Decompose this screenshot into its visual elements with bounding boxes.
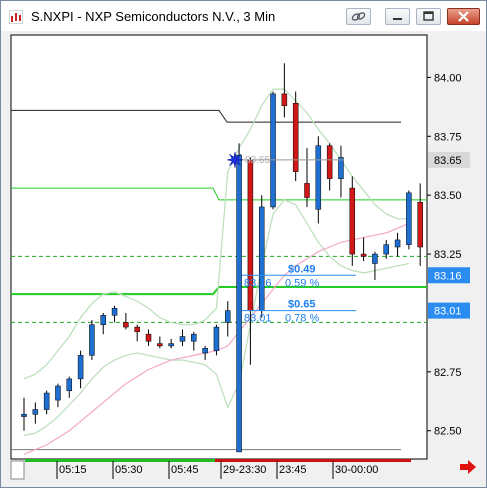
y-tick-label: 83.75 <box>434 131 462 143</box>
price-marker-current: 83.65 <box>428 151 470 168</box>
y-tick-label: 83.25 <box>434 249 462 261</box>
link-button[interactable] <box>346 8 371 25</box>
entry-marker-icon[interactable] <box>226 151 244 168</box>
y-tick-label: 82.50 <box>434 426 462 438</box>
price-marker-label: 83.01 <box>434 306 462 318</box>
trade-price: 83.16 <box>244 277 272 289</box>
candle-body-down <box>417 201 423 248</box>
candle-body-up <box>406 192 412 245</box>
close-icon <box>458 11 469 22</box>
x-tick-label: 05:30 <box>115 464 143 476</box>
candle-body-up <box>315 145 322 210</box>
y-tick-label: 84.00 <box>434 72 462 84</box>
candle-body-down <box>304 183 310 198</box>
candle-body-up <box>111 307 118 316</box>
marker-price-label: 83.65 <box>245 155 270 166</box>
candle-body-down <box>281 93 288 106</box>
candle-body-up <box>179 336 186 342</box>
candle-body-up <box>202 348 208 354</box>
candle-body-up <box>77 355 84 380</box>
candle[interactable] <box>406 190 412 250</box>
candle-body-down <box>292 103 299 172</box>
candle-body-down <box>123 322 129 328</box>
candle[interactable] <box>270 91 276 210</box>
minimize-button[interactable] <box>385 8 410 25</box>
candle-body-down <box>134 326 140 333</box>
candle[interactable] <box>213 324 220 356</box>
candle[interactable] <box>292 91 299 182</box>
candle-body-up <box>89 324 95 356</box>
candle-body-up <box>258 206 265 311</box>
candle-body-up <box>32 409 39 415</box>
plot-area[interactable] <box>10 34 428 460</box>
candle-body-up <box>191 333 197 342</box>
price-marker-level: 83.01 <box>428 302 470 319</box>
candle-body-up <box>21 413 27 417</box>
trade-gain-dollar: $0.49 <box>288 263 316 275</box>
candle-body-up <box>168 343 174 347</box>
candle[interactable] <box>89 320 95 361</box>
session-bar-red <box>215 459 411 462</box>
candle-body-up <box>236 154 242 453</box>
trade-price: 83.01 <box>244 313 272 325</box>
price-marker-label: 83.65 <box>434 155 462 167</box>
candle-body-up <box>338 157 344 179</box>
x-tick-label: 05:15 <box>59 464 87 476</box>
chart-window: S.NXPI - NXP Semiconductors N.V., 3 Min <box>0 0 487 488</box>
candle-body-up <box>55 385 61 401</box>
candle-body-up <box>394 239 401 248</box>
trade-gain-dollar: $0.65 <box>288 299 316 311</box>
session-bar-green <box>25 459 215 462</box>
y-tick-label: 82.75 <box>434 367 462 379</box>
title-bar[interactable]: S.NXPI - NXP Semiconductors N.V., 3 Min <box>1 1 486 31</box>
candle[interactable] <box>236 143 242 453</box>
candlestick-chart[interactable]: 83.65 $0.49 83.16 0.59 % $0.65 83.01 0.78 % 84… <box>9 33 479 483</box>
price-marker-level: 83.16 <box>428 267 470 284</box>
candle-body-up <box>66 378 73 391</box>
candle-body-up <box>372 253 378 264</box>
trade-gain-percent: 0.78 % <box>285 313 319 325</box>
candle-body-up <box>43 392 50 410</box>
window-title: S.NXPI - NXP Semiconductors N.V., 3 Min <box>31 9 276 24</box>
candle-body-down <box>145 333 152 342</box>
candle-body-down <box>349 187 356 255</box>
candle[interactable] <box>258 195 265 318</box>
candle-body-up <box>213 326 220 351</box>
y-tick-label: 83.50 <box>434 190 462 202</box>
x-tick-label: 23:45 <box>279 464 307 476</box>
price-marker-label: 83.16 <box>434 270 462 282</box>
candle-body-down <box>326 145 333 179</box>
candle-body-up <box>383 244 389 255</box>
x-tick-label: 05:45 <box>171 464 199 476</box>
chart-area[interactable]: 83.65 $0.49 83.16 0.59 % $0.65 83.01 0.78 % 84… <box>9 33 479 483</box>
candle-body-up <box>225 310 231 323</box>
maximize-button[interactable] <box>416 8 441 25</box>
app-icon <box>9 10 23 24</box>
maximize-icon <box>423 11 434 21</box>
x-tick-label: 30-00:00 <box>335 464 378 476</box>
candle-body-down <box>360 253 367 257</box>
close-button[interactable] <box>447 8 480 25</box>
trade-gain-percent: 0.59 % <box>285 277 319 289</box>
link-icon <box>351 12 366 21</box>
x-tick-label: 29-23:30 <box>223 464 266 476</box>
candle-body-up <box>270 93 276 208</box>
candle-body-up <box>100 315 106 325</box>
candle-body-down <box>157 343 163 347</box>
scroll-home-button[interactable] <box>10 460 25 480</box>
candle[interactable] <box>349 176 356 266</box>
minimize-icon <box>393 18 402 20</box>
